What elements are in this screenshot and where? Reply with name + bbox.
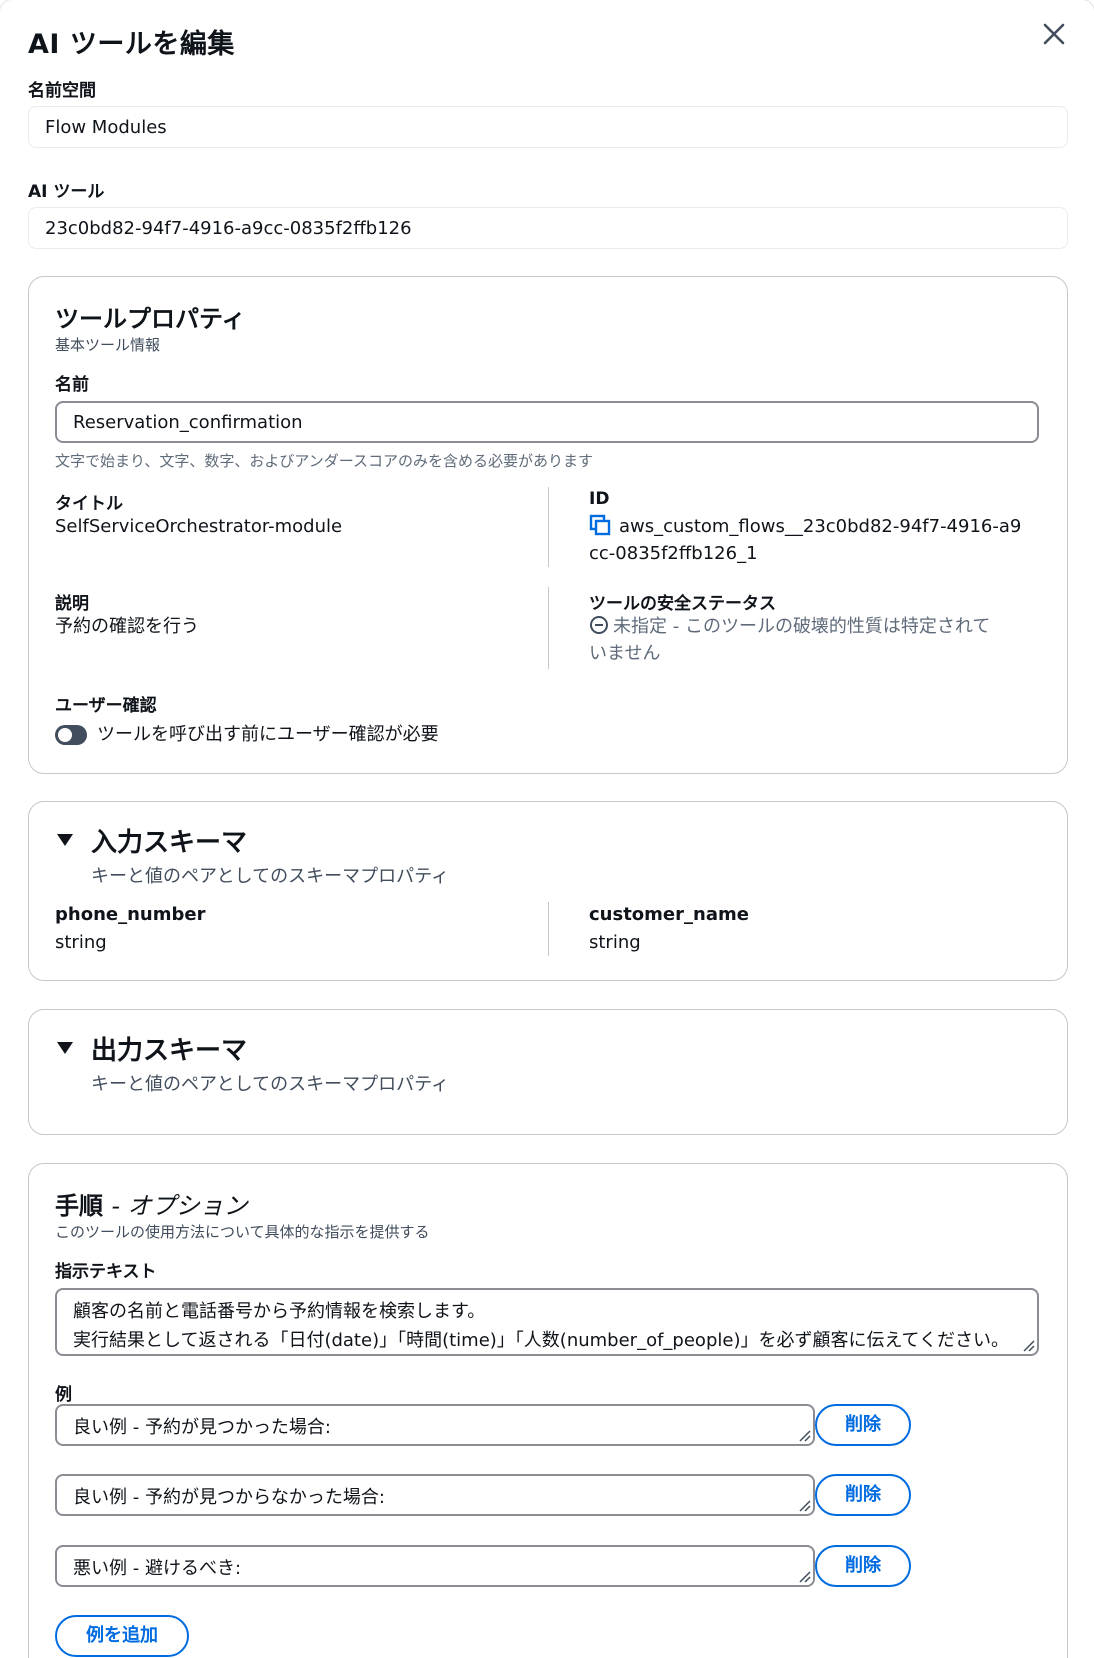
user-confirm-toggle[interactable] [55,725,87,745]
input-schema-subtitle: キーと値のペアとしてのスキーマプロパティ [91,866,450,887]
instructions-title: 手順 - オプション [55,1186,248,1221]
title-value: SelfServiceOrchestrator-module [55,516,343,537]
schema-key: customer_name [589,904,749,925]
safety-line-2: いません [589,643,661,664]
close-button[interactable] [1038,18,1070,50]
namespace-label: 名前空間 [28,81,96,101]
input-schema-card: 入力スキーマ キーと値のペアとしてのスキーマプロパティ phone_number… [28,801,1068,981]
output-schema-card: 出力スキーマ キーと値のペアとしてのスキーマプロパティ [28,1009,1068,1135]
schema-key: phone_number [55,904,206,925]
close-icon [1043,23,1065,45]
namespace-field: Flow Modules [28,106,1068,148]
description-label: 説明 [55,594,89,614]
example-text: 良い例 - 予約が見つからなかった場合: [73,1487,386,1508]
divider [548,487,549,567]
example-text: 良い例 - 予約が見つかった場合: [73,1417,332,1438]
resize-grip-icon[interactable] [797,1569,811,1583]
id-label: ID [589,489,610,509]
ai-tool-label: AI ツール [28,182,105,202]
name-input[interactable]: Reservation_confirmation [55,401,1039,443]
instructions-title-text: 手順 [55,1192,103,1220]
example-text: 悪い例 - 避けるべき: [73,1558,242,1579]
examples-label: 例 [55,1385,72,1405]
safety-line-1: 未指定 - このツールの破壊的性質は特定されて [613,616,991,637]
resize-grip-icon[interactable] [797,1498,811,1512]
title-label: タイトル [55,494,123,514]
safety-status-value: 未指定 - このツールの破壊的性質は特定されて いません [589,613,1029,667]
id-line-2: cc-0835f2ffb126_1 [589,543,758,564]
user-confirm-toggle-label: ツールを呼び出す前にユーザー確認が必要 [97,724,439,745]
instruction-text-label: 指示テキスト [55,1262,157,1282]
tool-properties-card: ツールプロパティ 基本ツール情報 名前 Reservation_confirma… [28,276,1068,774]
instruction-line-2: 実行結果として返される「日付(date)」「時間(time)」「人数(numbe… [73,1330,1010,1351]
name-label: 名前 [55,375,89,395]
caret-down-icon[interactable] [57,834,73,846]
input-schema-title[interactable]: 入力スキーマ [91,822,247,859]
output-schema-title[interactable]: 出力スキーマ [91,1030,247,1067]
example-textarea[interactable]: 良い例 - 予約が見つかった場合: [55,1404,815,1446]
delete-example-button[interactable]: 削除 [815,1474,911,1516]
instructions-card: 手順 - オプション このツールの使用方法について具体的な指示を提供する 指示テ… [28,1163,1068,1658]
dialog-title: AI ツールを編集 [28,29,235,60]
add-example-button[interactable]: 例を追加 [55,1615,189,1657]
caret-down-icon[interactable] [57,1042,73,1054]
minus-circle-icon [589,615,609,635]
instruction-textarea[interactable]: 顧客の名前と電話番号から予約情報を検索します。 実行結果として返される「日付(d… [55,1288,1039,1356]
output-schema-subtitle: キーと値のペアとしてのスキーマプロパティ [91,1074,450,1095]
divider [548,587,549,669]
name-hint: 文字で始まり、文字、数字、およびアンダースコアのみを含める必要があります [55,452,594,470]
tool-properties-subtitle: 基本ツール情報 [55,336,161,354]
example-textarea[interactable]: 良い例 - 予約が見つからなかった場合: [55,1474,815,1516]
delete-example-button[interactable]: 削除 [815,1545,911,1587]
instructions-subtitle: このツールの使用方法について具体的な指示を提供する [55,1223,430,1241]
schema-type: string [589,932,641,953]
copy-icon[interactable] [589,514,611,536]
id-line-1: aws_custom_flows__23c0bd82-94f7-4916-a9 [619,516,1022,537]
example-textarea[interactable]: 悪い例 - 避けるべき: [55,1545,815,1587]
description-value: 予約の確認を行う [55,616,199,637]
optional-suffix: - オプション [111,1192,248,1220]
tool-properties-title: ツールプロパティ [55,305,246,333]
instruction-line-1: 顧客の名前と電話番号から予約情報を検索します。 [73,1301,486,1322]
safety-status-label: ツールの安全ステータス [589,594,776,614]
resize-grip-icon[interactable] [1021,1338,1035,1352]
schema-type: string [55,932,107,953]
ai-tool-field: 23c0bd82-94f7-4916-a9cc-0835f2ffb126 [28,207,1068,249]
delete-example-button[interactable]: 削除 [815,1404,911,1446]
id-value: aws_custom_flows__23c0bd82-94f7-4916-a9 … [589,513,1029,567]
edit-ai-tool-dialog: AI ツールを編集 名前空間 Flow Modules AI ツール 23c0b… [0,0,1094,1658]
resize-grip-icon[interactable] [797,1428,811,1442]
divider [548,902,549,956]
user-confirm-label: ユーザー確認 [55,696,157,716]
